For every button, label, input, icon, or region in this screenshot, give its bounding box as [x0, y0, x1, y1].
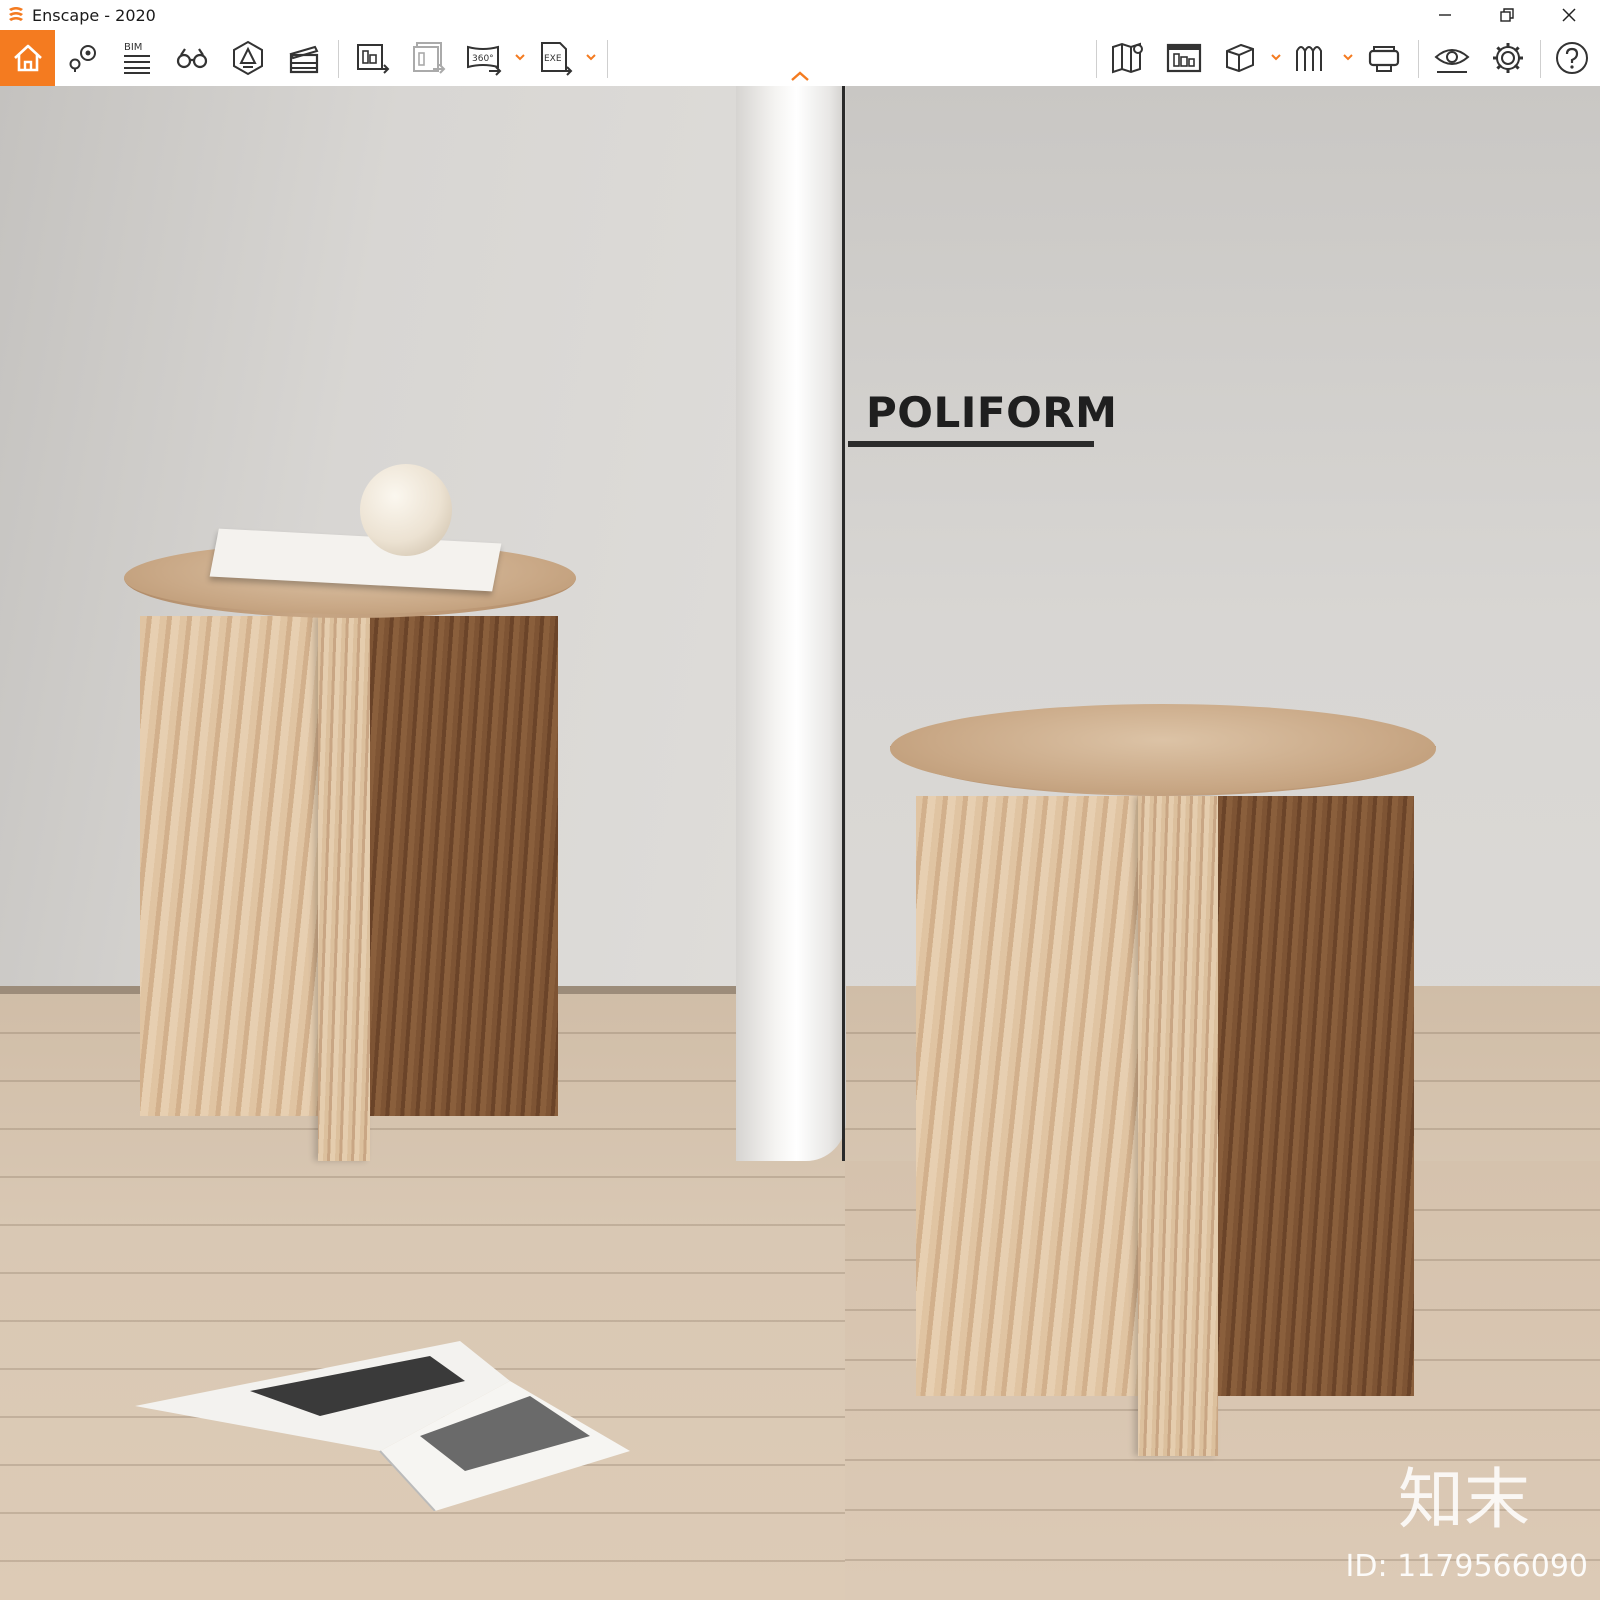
stool-leg-dark — [1218, 796, 1414, 1396]
close-icon — [1562, 8, 1576, 22]
toolbar-separator — [1540, 40, 1541, 78]
bim-button[interactable]: BIM — [113, 34, 161, 82]
video-editor-button[interactable] — [280, 34, 328, 82]
toolbar-separator — [607, 40, 608, 78]
watermark-logo: 知末 — [1398, 1461, 1530, 1538]
atmosphere-button[interactable] — [224, 34, 272, 82]
close-button[interactable] — [1538, 0, 1600, 30]
exe-export-button[interactable]: EXE — [531, 34, 579, 82]
column-groove — [842, 86, 845, 1161]
views-pin-icon — [69, 45, 96, 72]
cube-dropdown-chevron-down-icon[interactable] — [1269, 50, 1283, 64]
home-button[interactable] — [0, 30, 55, 86]
cube-view-icon — [1226, 43, 1254, 73]
minimize-button[interactable] — [1414, 0, 1476, 30]
open-magazine — [135, 1341, 630, 1511]
panorama-dropdown-chevron-down-icon[interactable] — [513, 50, 527, 64]
settings-button[interactable] — [1484, 34, 1532, 82]
asset-library-button[interactable] — [1160, 34, 1208, 82]
gear-icon — [1493, 43, 1523, 73]
home-icon — [13, 44, 42, 72]
bim-icon: BIM — [124, 42, 150, 74]
help-icon — [1556, 42, 1588, 74]
views-button[interactable] — [59, 34, 107, 82]
toolbar-separator — [1418, 40, 1419, 78]
window-title: Enscape - 2020 — [32, 5, 156, 25]
asset-library-icon — [1166, 43, 1202, 73]
minimap-button[interactable] — [1104, 34, 1152, 82]
batch-render-icon — [413, 42, 446, 74]
cube-view-button[interactable] — [1216, 34, 1264, 82]
toolbar-separator — [338, 40, 339, 78]
screenshot-export-icon — [357, 44, 390, 74]
video-editor-icon — [289, 45, 319, 74]
stool-top — [890, 704, 1436, 794]
exe-dropdown-chevron-down-icon[interactable] — [584, 50, 598, 64]
exe-export-icon: EXE — [541, 42, 573, 76]
panorama-360-icon: 360° — [467, 45, 502, 76]
atmosphere-icon — [233, 40, 263, 76]
vr-headset-icon — [1368, 46, 1400, 72]
render-viewport[interactable]: POLIFORM 知末 ID: 1179566090 — [0, 86, 1600, 1600]
visual-settings-button[interactable] — [1428, 34, 1476, 82]
batch-render-button[interactable] — [404, 34, 452, 82]
restore-button[interactable] — [1476, 0, 1538, 30]
stool-leg-front — [1138, 796, 1218, 1456]
toolbar: BIM 360° EXE — [0, 30, 1600, 87]
minimap-icon — [1112, 42, 1143, 74]
section-icon — [1296, 46, 1322, 71]
watermark-id: ID: 1179566090 — [1345, 1549, 1588, 1584]
screenshot-button[interactable] — [348, 34, 396, 82]
brand-sign: POLIFORM — [866, 388, 1118, 437]
collapse-toolbar-chevron-up-icon[interactable] — [789, 70, 811, 82]
exe-badge: EXE — [544, 54, 562, 64]
visual-settings-icon — [1434, 49, 1470, 73]
help-button[interactable] — [1548, 34, 1596, 82]
restore-icon — [1500, 8, 1514, 22]
enscape-logo-icon — [9, 7, 23, 21]
binoculars-button[interactable] — [168, 34, 216, 82]
bim-label: BIM — [124, 42, 142, 53]
title-bar: Enscape - 2020 — [0, 0, 1600, 30]
minimize-icon — [1439, 14, 1451, 16]
panorama-badge: 360° — [472, 54, 494, 64]
vr-button[interactable] — [1360, 34, 1408, 82]
panorama-button[interactable]: 360° — [460, 34, 508, 82]
decor-sphere — [360, 464, 452, 556]
white-column — [736, 86, 846, 1161]
section-dropdown-chevron-down-icon[interactable] — [1341, 50, 1355, 64]
section-button[interactable] — [1287, 34, 1335, 82]
binoculars-icon — [176, 48, 208, 69]
stool-leg-light — [916, 796, 1138, 1396]
window-controls — [1414, 0, 1600, 30]
stool-leg-front — [318, 616, 370, 1161]
toolbar-separator — [1096, 40, 1097, 78]
brand-underline — [848, 441, 1094, 447]
stool-leg-light — [140, 616, 320, 1116]
stool-leg-dark — [370, 616, 558, 1116]
